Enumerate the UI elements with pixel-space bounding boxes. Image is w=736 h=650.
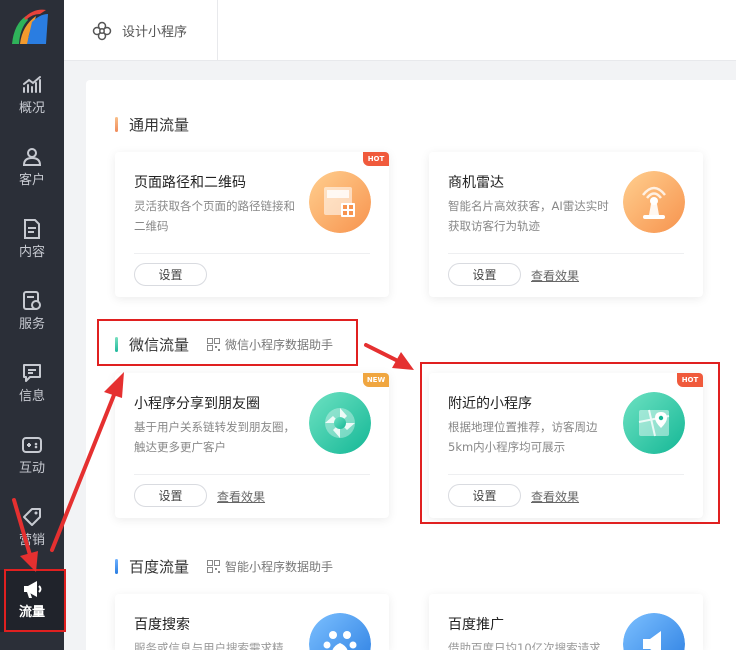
card-title: 页面路径和二维码 — [134, 175, 246, 191]
speaker-icon — [623, 613, 685, 650]
radar-icon — [623, 171, 685, 233]
tab-label: 设计小程序 — [122, 25, 188, 40]
card-desc: 服务或信息与用户搜索需求精 — [134, 641, 284, 650]
section-general-traffic: 通用流量 — [115, 114, 189, 135]
sidebar-item-content[interactable]: 内容 — [0, 218, 64, 278]
highlight-box-wechat-section — [97, 319, 358, 366]
card-title: 百度推广 — [448, 617, 504, 633]
card-desc: 基于用户关系链转发到朋友圈，触达更多更广客户 — [134, 420, 295, 454]
card-desc: 借助百度日均10亿次搜索请求 — [448, 641, 601, 650]
sidebar-item-label: 信息 — [18, 389, 45, 404]
card-business-radar: 商机雷达 智能名片高效获客，AI雷达实时获取访客行为轨迹 设置 查看效果 — [429, 152, 703, 297]
baidu-data-helper-link[interactable]: 智能小程序数据助手 — [207, 558, 333, 575]
sidebar-item-label: 概况 — [18, 101, 45, 116]
message-icon — [23, 364, 41, 382]
highlight-box-nearby-card — [420, 362, 720, 524]
sidebar-item-label: 内容 — [18, 245, 45, 260]
flower-icon — [92, 21, 112, 40]
section-accent-bar — [115, 117, 118, 132]
section-baidu-traffic: 百度流量 智能小程序数据助手 — [115, 556, 333, 577]
sidebar: 概况 客户 内容 服务 信息 互动 营销 流量 — [0, 0, 64, 650]
qrcode-page-icon — [309, 171, 371, 233]
moments-icon — [309, 392, 371, 454]
sidebar-item-label: 营销 — [18, 533, 45, 548]
settings-button[interactable]: 设置 — [134, 484, 207, 507]
document-icon — [24, 219, 40, 239]
gamepad-icon — [22, 437, 42, 453]
sidebar-item-label: 服务 — [18, 317, 45, 332]
card-title: 百度搜索 — [134, 617, 190, 633]
card-divider — [134, 474, 370, 475]
app-logo-icon — [12, 9, 48, 44]
card-divider — [448, 253, 684, 254]
helper-label: 智能小程序数据助手 — [225, 560, 334, 574]
sidebar-item-label: 客户 — [18, 173, 45, 188]
highlight-box-traffic-nav — [4, 569, 66, 632]
card-desc: 智能名片高效获客，AI雷达实时获取访客行为轨迹 — [448, 199, 609, 233]
card-divider — [134, 253, 370, 254]
qrcode-icon — [207, 560, 221, 573]
section-title: 百度流量 — [129, 558, 190, 576]
view-effect-link[interactable]: 查看效果 — [217, 488, 265, 505]
hot-badge: HOT — [363, 152, 389, 166]
settings-button[interactable]: 设置 — [134, 263, 207, 286]
card-baidu-search: 百度搜索 服务或信息与用户搜索需求精 — [115, 594, 389, 650]
service-icon — [23, 291, 41, 310]
card-desc: 灵活获取各个页面的路径链接和二维码 — [134, 199, 295, 233]
card-baidu-promotion: 百度推广 借助百度日均10亿次搜索请求 — [429, 594, 703, 650]
tab-design-miniprogram[interactable]: 设计小程序 — [64, 0, 218, 61]
card-share-moments: NEW 小程序分享到朋友圈 基于用户关系链转发到朋友圈，触达更多更广客户 设置 … — [115, 373, 389, 518]
card-title: 小程序分享到朋友圈 — [134, 396, 260, 412]
card-page-path-qrcode: HOT 页面路径和二维码 灵活获取各个页面的路径链接和二维码 设置 — [115, 152, 389, 297]
sidebar-item-overview[interactable]: 概况 — [0, 74, 64, 134]
paw-icon — [309, 613, 371, 650]
settings-button[interactable]: 设置 — [448, 263, 521, 286]
sidebar-item-marketing[interactable]: 营销 — [0, 506, 64, 566]
sidebar-item-info[interactable]: 信息 — [0, 362, 64, 422]
tag-icon — [23, 508, 41, 526]
sidebar-item-label: 互动 — [18, 461, 45, 476]
user-icon — [22, 148, 42, 166]
section-title: 通用流量 — [129, 116, 190, 134]
chart-icon — [23, 76, 41, 93]
sidebar-item-customers[interactable]: 客户 — [0, 146, 64, 206]
card-title: 商机雷达 — [448, 175, 504, 191]
view-effect-link[interactable]: 查看效果 — [531, 267, 579, 284]
sidebar-item-service[interactable]: 服务 — [0, 290, 64, 350]
top-header: 设计小程序 — [64, 0, 736, 61]
section-accent-bar — [115, 559, 118, 574]
new-badge: NEW — [363, 373, 389, 387]
sidebar-item-interact[interactable]: 互动 — [0, 434, 64, 494]
